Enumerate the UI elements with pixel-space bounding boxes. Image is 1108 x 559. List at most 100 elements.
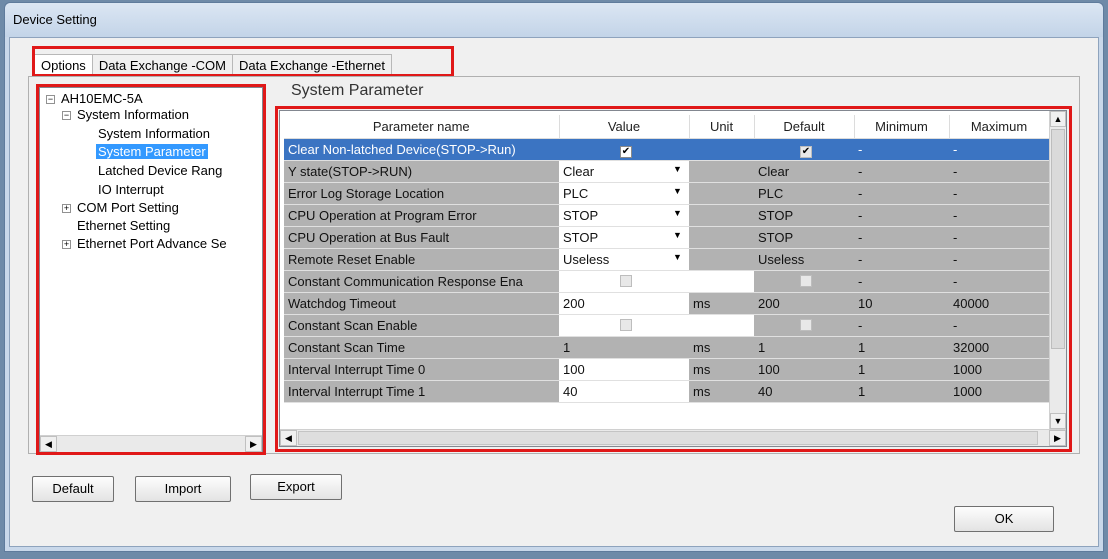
value-dropdown[interactable]: Useless ▼ bbox=[559, 248, 689, 271]
tree-node-ethernet-setting[interactable]: Ethernet Setting bbox=[75, 218, 172, 233]
scroll-up-icon[interactable]: ▲ bbox=[1050, 111, 1066, 127]
col-header-minimum[interactable]: Minimum bbox=[854, 115, 950, 139]
window-title: Device Setting bbox=[13, 12, 97, 27]
expand-icon[interactable]: + bbox=[62, 204, 71, 213]
grid-vertical-scrollbar[interactable]: ▲ ▼ bbox=[1049, 111, 1066, 430]
dropdown-arrow-icon[interactable]: ▼ bbox=[673, 252, 685, 262]
tree-node-io-interrupt[interactable]: IO Interrupt bbox=[96, 182, 166, 197]
unit-cell: ms bbox=[689, 380, 754, 403]
tab-options[interactable]: Options bbox=[34, 54, 93, 76]
tree-node-ethernet-port-advance[interactable]: + Ethernet Port Advance Se bbox=[62, 236, 229, 251]
col-header-value[interactable]: Value bbox=[559, 115, 690, 139]
max-cell: - bbox=[949, 226, 1049, 249]
table-row[interactable]: Constant Scan Time 1 ms 1 1 32000 bbox=[284, 336, 1049, 359]
col-header-maximum[interactable]: Maximum bbox=[949, 115, 1050, 139]
dropdown-value: Useless bbox=[563, 251, 610, 267]
scroll-down-icon[interactable]: ▼ bbox=[1050, 413, 1066, 429]
dropdown-arrow-icon[interactable]: ▼ bbox=[673, 186, 685, 196]
table-row[interactable]: Interval Interrupt Time 0 100 ms 100 1 1… bbox=[284, 358, 1049, 381]
value-cell[interactable] bbox=[559, 270, 689, 293]
scroll-left-icon[interactable]: ◀ bbox=[40, 436, 57, 452]
dropdown-arrow-icon[interactable]: ▼ bbox=[673, 208, 685, 218]
checkbox-unchecked[interactable] bbox=[620, 318, 632, 331]
title-bar[interactable]: Device Setting bbox=[5, 3, 1103, 37]
tree-node-system-information[interactable]: − System Information bbox=[62, 107, 191, 122]
default-button[interactable]: Default bbox=[32, 476, 114, 502]
vertical-scroll-thumb[interactable] bbox=[1051, 129, 1065, 349]
tree-node-system-information-child[interactable]: System Information bbox=[96, 126, 212, 141]
value-dropdown[interactable]: STOP ▼ bbox=[559, 226, 689, 249]
table-row[interactable]: Constant Communication Response Ena - - bbox=[284, 270, 1049, 293]
tree-horizontal-scrollbar[interactable]: ◀ ▶ bbox=[40, 435, 262, 452]
value-dropdown[interactable]: STOP ▼ bbox=[559, 204, 689, 227]
max-cell: 32000 bbox=[949, 336, 1049, 359]
settings-tree[interactable]: − AH10EMC-5A − System Information System I… bbox=[39, 87, 263, 453]
table-row[interactable]: Constant Scan Enable - - bbox=[284, 314, 1049, 337]
value-cell[interactable] bbox=[559, 314, 689, 337]
scroll-right-icon[interactable]: ▶ bbox=[245, 436, 262, 452]
value-input[interactable]: 100 bbox=[559, 358, 689, 381]
tree-node-label: System Information bbox=[98, 126, 210, 141]
collapse-icon[interactable]: − bbox=[46, 95, 55, 104]
table-row[interactable]: Clear Non-latched Device(STOP->Run) ✔ ✔ … bbox=[284, 138, 1049, 161]
param-name-cell: Interval Interrupt Time 0 bbox=[284, 358, 559, 381]
value-cell[interactable]: ✔ bbox=[559, 138, 689, 161]
min-cell: 1 bbox=[854, 336, 949, 359]
tree-node-com-port-setting[interactable]: + COM Port Setting bbox=[62, 200, 181, 215]
import-button[interactable]: Import bbox=[135, 476, 231, 502]
table-row[interactable]: Error Log Storage Location PLC ▼ PLC - - bbox=[284, 182, 1049, 205]
default-cell bbox=[754, 314, 854, 337]
dropdown-arrow-icon[interactable]: ▼ bbox=[673, 164, 685, 174]
unit-cell bbox=[689, 182, 754, 205]
tree-node-latched-device-range[interactable]: Latched Device Rang bbox=[96, 163, 224, 178]
col-header-unit[interactable]: Unit bbox=[689, 115, 755, 139]
value-input[interactable]: 40 bbox=[559, 380, 689, 403]
tree-node-label: Ethernet Port Advance Se bbox=[77, 236, 227, 251]
max-cell: - bbox=[949, 138, 1049, 161]
table-row[interactable]: Remote Reset Enable Useless ▼ Useless - - bbox=[284, 248, 1049, 271]
default-cell: STOP bbox=[754, 226, 854, 249]
table-row[interactable]: Interval Interrupt Time 1 40 ms 40 1 100… bbox=[284, 380, 1049, 403]
tree-node-root[interactable]: − AH10EMC-5A bbox=[46, 91, 145, 106]
dialog-client: Options Data Exchange -COM Data Exchange… bbox=[9, 37, 1099, 547]
parameter-grid[interactable]: Parameter name Value Unit Default Minimu… bbox=[279, 110, 1067, 447]
min-cell: - bbox=[854, 314, 949, 337]
tab-data-exchange-com[interactable]: Data Exchange -COM bbox=[91, 54, 233, 76]
col-header-parameter-name[interactable]: Parameter name bbox=[284, 115, 560, 139]
param-name-cell: Remote Reset Enable bbox=[284, 248, 559, 271]
value-dropdown[interactable]: Clear ▼ bbox=[559, 160, 689, 183]
grid-horizontal-scrollbar[interactable]: ◀ ▶ bbox=[280, 429, 1066, 446]
tab-strip: Options Data Exchange -COM Data Exchange… bbox=[34, 50, 392, 76]
param-name-cell: Constant Communication Response Ena bbox=[284, 270, 559, 293]
expand-icon[interactable]: + bbox=[62, 240, 71, 249]
value-dropdown[interactable]: PLC ▼ bbox=[559, 182, 689, 205]
table-row[interactable]: CPU Operation at Program Error STOP ▼ STO… bbox=[284, 204, 1049, 227]
value-input[interactable]: 1 bbox=[559, 336, 689, 359]
dropdown-arrow-icon[interactable]: ▼ bbox=[673, 230, 685, 240]
scroll-right-icon[interactable]: ▶ bbox=[1049, 430, 1066, 446]
min-cell: - bbox=[854, 138, 949, 161]
tree-node-label: System Information bbox=[77, 107, 189, 122]
param-name-cell: Constant Scan Time bbox=[284, 336, 559, 359]
ok-button[interactable]: OK bbox=[954, 506, 1054, 532]
table-row[interactable]: CPU Operation at Bus Fault STOP ▼ STOP - … bbox=[284, 226, 1049, 249]
checkbox-checked[interactable]: ✔ bbox=[620, 145, 632, 158]
value-input[interactable]: 200 bbox=[559, 292, 689, 315]
export-button[interactable]: Export bbox=[250, 474, 342, 500]
unit-cell bbox=[689, 160, 754, 183]
scroll-left-icon[interactable]: ◀ bbox=[280, 430, 297, 446]
table-row[interactable]: Y state(STOP->RUN) Clear ▼ Clear - - bbox=[284, 160, 1049, 183]
max-cell: - bbox=[949, 160, 1049, 183]
tree-node-system-parameter[interactable]: System Parameter bbox=[96, 144, 208, 159]
dropdown-value: STOP bbox=[563, 207, 599, 223]
unit-cell: ms bbox=[689, 358, 754, 381]
col-header-default[interactable]: Default bbox=[754, 115, 855, 139]
min-cell: 1 bbox=[854, 358, 949, 381]
horizontal-scroll-thumb[interactable] bbox=[298, 431, 1038, 445]
header-row: Parameter name Value Unit Default Minimu… bbox=[284, 115, 1050, 139]
checkbox-unchecked[interactable] bbox=[620, 274, 632, 287]
tab-data-exchange-ethernet[interactable]: Data Exchange -Ethernet bbox=[231, 54, 392, 76]
param-name-cell: Error Log Storage Location bbox=[284, 182, 559, 205]
collapse-icon[interactable]: − bbox=[62, 111, 71, 120]
table-row[interactable]: Watchdog Timeout 200 ms 200 10 40000 bbox=[284, 292, 1049, 315]
